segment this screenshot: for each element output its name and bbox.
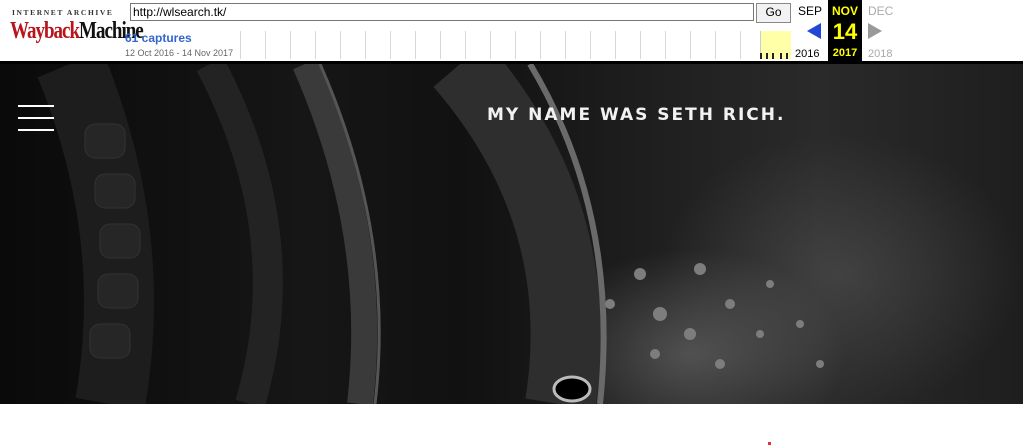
capture-date-range: 12 Oct 2016 - 14 Nov 2017 (125, 48, 234, 58)
current-day-label: 14 (832, 19, 858, 44)
next-month-label: DEC (868, 4, 894, 18)
sparkline-month-divider (490, 31, 491, 59)
prev-year-label[interactable]: 2016 (795, 48, 819, 60)
hero-banner: MY NAME WAS SETH RICH. (0, 64, 1023, 404)
go-button[interactable]: Go (756, 3, 791, 23)
wayback-toolbar: INTERNET ARCHIVE WaybackMachine Go 61 ca… (0, 0, 1023, 61)
sparkline-month-divider (615, 31, 616, 59)
triangle-left-icon[interactable] (807, 23, 821, 39)
page-content-area (0, 404, 1023, 446)
prev-month-label[interactable]: SEP (798, 4, 822, 18)
sparkline-month-divider (240, 31, 241, 59)
current-year-label: 2017 (832, 47, 858, 59)
decorative-mark (768, 442, 771, 445)
sparkline-month-divider (665, 31, 666, 59)
sparkline-month-divider (390, 31, 391, 59)
next-year-label: 2018 (868, 48, 893, 60)
sparkline-capture-bar (760, 53, 762, 59)
sparkline-month-divider (640, 31, 641, 59)
wayback-logo[interactable]: INTERNET ARCHIVE WaybackMachine (8, 8, 144, 48)
sparkline-month-divider (340, 31, 341, 59)
sparkline-month-divider (565, 31, 566, 59)
sparkline-month-divider (465, 31, 466, 59)
sparkline-month-divider (740, 31, 741, 59)
sparkline-month-divider (315, 31, 316, 59)
logo-wordmark: WaybackMachine (10, 18, 144, 46)
sparkline-month-divider (690, 31, 691, 59)
sparkline-month-divider (365, 31, 366, 59)
sparkline-month-divider (590, 31, 591, 59)
sparkline-capture-bar (772, 53, 774, 59)
sparkline-capture-bar (766, 53, 768, 59)
sparkline-month-divider (515, 31, 516, 59)
sparkline-capture-bar (786, 53, 788, 59)
current-capture-date: NOV 14 2017 (828, 0, 862, 61)
sparkline-capture-bar (780, 53, 782, 59)
sparkline-month-divider (290, 31, 291, 59)
wayback-url-input[interactable] (130, 3, 754, 21)
triangle-right-icon (868, 23, 882, 39)
sparkline-month-divider (715, 31, 716, 59)
sparkline-month-divider (265, 31, 266, 59)
site-title[interactable]: MY NAME WAS SETH RICH. (487, 105, 785, 125)
sparkline-month-divider (440, 31, 441, 59)
sparkline-month-divider (540, 31, 541, 59)
capture-sparkline[interactable] (240, 31, 791, 59)
logo-internet-archive-text: INTERNET ARCHIVE (12, 8, 114, 17)
logo-word-wayback: Wayback (10, 18, 80, 45)
sparkline-month-divider (415, 31, 416, 59)
hamburger-menu-icon[interactable] (18, 105, 54, 131)
captures-link[interactable]: 61 captures (125, 31, 192, 45)
current-month-label: NOV (831, 4, 858, 18)
